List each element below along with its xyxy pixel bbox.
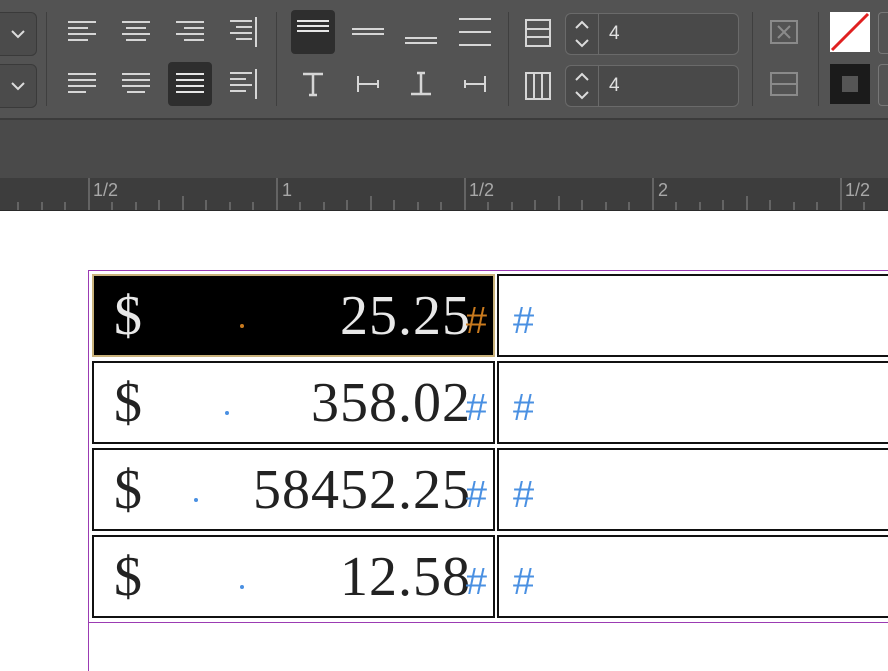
panel-strip [0, 120, 888, 178]
table-cell-empty[interactable]: # [497, 448, 888, 531]
stroke-square-icon [842, 76, 858, 92]
currency-symbol: $ [114, 372, 142, 434]
amount-value[interactable]: 58452.25 [253, 458, 471, 522]
no-fill-slash-icon [830, 12, 870, 52]
align-left-button[interactable] [60, 10, 104, 54]
text-rotate-90-icon [357, 76, 379, 92]
end-of-story-marker: # [465, 474, 487, 516]
currency-symbol: $ [114, 546, 142, 608]
end-of-story-marker: # [513, 561, 535, 603]
ruler-label: 2 [658, 180, 669, 200]
rotate-text-270-button[interactable] [453, 62, 497, 106]
rotate-text-90-button[interactable] [346, 62, 390, 106]
table-cell-amount[interactable]: $ 12.58 # [92, 535, 495, 618]
rotate-text-0-button[interactable] [291, 62, 335, 106]
table-cell-amount[interactable]: $ 25.25 # [92, 274, 495, 357]
columns-icon [524, 71, 552, 105]
merge-cells-button[interactable] [762, 10, 806, 54]
rows-stepper-arrows[interactable] [566, 14, 599, 54]
amount-value[interactable]: 358.02 [311, 371, 471, 435]
columns-value[interactable]: 4 [609, 75, 620, 97]
align-bottom-button[interactable] [399, 10, 443, 54]
align-center-vertical-icon [352, 28, 384, 35]
ruler-label: 1 [282, 180, 293, 200]
chevron-down-icon [11, 82, 25, 91]
align-away-from-spine-icon [230, 69, 257, 99]
fill-options-dropdown[interactable] [878, 12, 888, 54]
text-rotate-0-icon [303, 72, 323, 97]
align-top-icon [297, 20, 329, 32]
toolbar-divider [818, 12, 819, 106]
table-cell-empty[interactable]: # [497, 535, 888, 618]
ruler-ticks [17, 178, 865, 210]
amount-value[interactable]: 25.25 [340, 284, 471, 348]
end-of-story-marker: # [513, 300, 535, 342]
horizontal-ruler[interactable]: 1/2 1 1/2 2 1/2 [0, 178, 888, 211]
tab-space-marker [240, 324, 244, 328]
ruler-label: 1/2 [93, 180, 119, 200]
justify-center-button[interactable] [114, 62, 158, 106]
columns-stepper[interactable]: 4 [565, 65, 739, 107]
table-cell-amount[interactable]: $ 358.02 # [92, 361, 495, 444]
rotate-text-180-button[interactable] [399, 62, 443, 106]
table-bottom-edge [88, 622, 888, 623]
justify-all-icon [176, 73, 204, 93]
chevron-down-icon [11, 30, 25, 39]
toolbar-divider [276, 12, 277, 106]
fill-swatch-none[interactable] [830, 12, 870, 52]
split-cell-horizontally-button[interactable] [762, 62, 806, 106]
end-of-story-marker: # [513, 387, 535, 429]
control-panel: 4 4 [0, 0, 888, 118]
tab-space-marker [225, 411, 229, 415]
table-cell-amount[interactable]: $ 58452.25 # [92, 448, 495, 531]
rows-icon [524, 18, 552, 52]
rows-stepper[interactable]: 4 [565, 13, 739, 55]
currency-symbol: $ [114, 459, 142, 521]
split-horizontal-icon [770, 72, 798, 96]
ruler-label: 1/2 [469, 180, 495, 200]
paragraph-style-dropdown[interactable] [0, 12, 37, 56]
align-left-icon [68, 21, 96, 41]
align-bottom-icon [405, 37, 437, 44]
align-towards-spine-button[interactable] [222, 10, 266, 54]
text-rotate-180-icon [411, 71, 431, 96]
ruler-label: 1/2 [845, 180, 871, 200]
merge-cells-icon [770, 20, 798, 44]
stroke-options-dropdown[interactable] [878, 64, 888, 106]
align-top-button[interactable] [291, 10, 335, 54]
text-rotate-270-icon [464, 76, 486, 92]
align-center-vertical-button[interactable] [346, 10, 390, 54]
stroke-swatch[interactable] [830, 64, 870, 104]
columns-stepper-arrows[interactable] [566, 66, 599, 106]
end-of-story-marker: # [465, 561, 487, 603]
rows-value[interactable]: 4 [609, 23, 620, 45]
justify-left-button[interactable] [60, 62, 104, 106]
character-style-dropdown[interactable] [0, 64, 37, 108]
justify-vertically-icon [459, 18, 491, 46]
tab-space-marker [194, 498, 198, 502]
align-center-button[interactable] [114, 10, 158, 54]
table-cell-empty[interactable]: # [497, 274, 888, 357]
end-of-story-marker: # [465, 300, 487, 342]
end-of-story-marker: # [465, 387, 487, 429]
align-away-from-spine-button[interactable] [222, 62, 266, 106]
toolbar-divider [508, 12, 509, 106]
justify-left-icon [68, 73, 96, 93]
align-center-icon [122, 21, 150, 41]
table-cell-empty[interactable]: # [497, 361, 888, 444]
justify-center-icon [122, 73, 150, 93]
align-right-icon [176, 21, 204, 41]
amount-value[interactable]: 12.58 [340, 545, 471, 609]
toolbar-divider [752, 12, 753, 106]
justify-all-button[interactable] [168, 62, 212, 106]
currency-symbol: $ [114, 285, 142, 347]
justify-vertically-button[interactable] [453, 10, 497, 54]
toolbar-divider [46, 12, 47, 106]
align-towards-spine-icon [230, 17, 257, 47]
tab-space-marker [240, 585, 244, 589]
align-right-button[interactable] [168, 10, 212, 54]
end-of-story-marker: # [513, 474, 535, 516]
